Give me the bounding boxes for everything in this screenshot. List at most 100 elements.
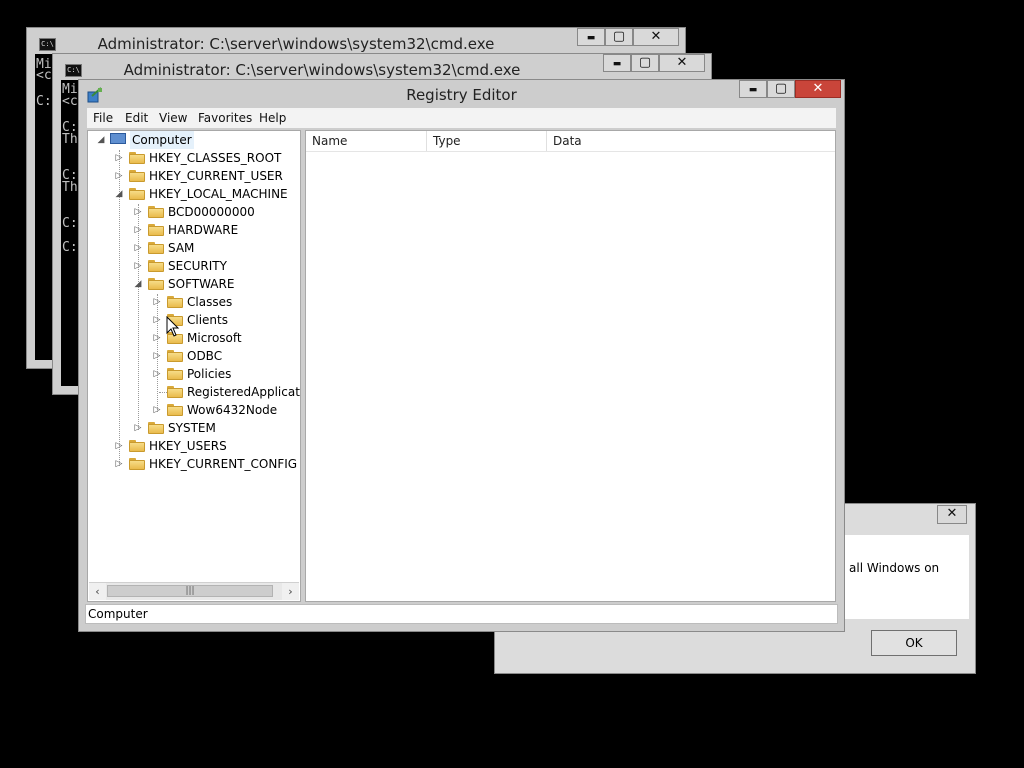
folder-icon — [148, 206, 164, 218]
folder-icon — [129, 188, 145, 200]
collapsed-arrow-icon[interactable]: ▷ — [133, 221, 143, 239]
regedit-titlebar[interactable]: Registry Editor ▬ ▢ ✕ — [79, 80, 844, 106]
tree-label: Policies — [187, 367, 232, 381]
expanded-arrow-icon[interactable]: ◢ — [133, 275, 143, 293]
tree-horizontal-scrollbar[interactable]: ‹ ||| › — [89, 582, 299, 600]
menu-edit[interactable]: Edit — [125, 111, 148, 125]
folder-icon — [167, 404, 183, 416]
cmd1-titlebar[interactable]: C:\ Administrator: C:\server\windows\sys… — [27, 28, 685, 54]
cmd2-title: Administrator: C:\server\windows\system3… — [123, 61, 521, 79]
registry-editor-window[interactable]: Registry Editor ▬ ▢ ✕ File Edit View Fav… — [78, 79, 845, 632]
folder-icon — [148, 224, 164, 236]
mouse-cursor-icon — [166, 316, 180, 337]
tree-label: SAM — [168, 241, 195, 255]
expanded-arrow-icon[interactable]: ◢ — [96, 131, 106, 149]
cmd1-line-2: <c — [36, 68, 52, 83]
folder-icon — [167, 350, 183, 362]
collapsed-arrow-icon[interactable]: ▷ — [114, 455, 124, 473]
folder-icon — [167, 386, 183, 398]
tree-label: Computer — [130, 131, 194, 149]
tree-label: RegisteredApplications — [187, 385, 300, 399]
cmd2-titlebar[interactable]: C:\ Administrator: C:\server\windows\sys… — [53, 54, 711, 80]
collapsed-arrow-icon[interactable]: ▷ — [133, 239, 143, 257]
collapsed-arrow-icon[interactable]: ▷ — [114, 437, 124, 455]
maximize-button[interactable]: ▢ — [605, 28, 633, 46]
computer-icon — [110, 133, 126, 144]
scroll-right-button[interactable]: › — [282, 583, 299, 600]
scroll-left-button[interactable]: ‹ — [89, 583, 106, 600]
values-list[interactable]: Name Type Data — [305, 130, 836, 602]
minimize-button[interactable]: ▬ — [739, 80, 767, 98]
tree-label: HKEY_USERS — [149, 439, 227, 453]
tree-label: SECURITY — [168, 259, 227, 273]
status-bar: Computer — [85, 604, 838, 624]
folder-icon — [148, 422, 164, 434]
cmd2-line-2: <c — [62, 94, 78, 109]
collapsed-arrow-icon[interactable]: ▷ — [152, 329, 162, 347]
column-header-data[interactable]: Data — [547, 131, 835, 151]
collapsed-arrow-icon[interactable]: ▷ — [133, 257, 143, 275]
close-icon: ✕ — [812, 81, 824, 96]
minimize-button[interactable]: ▬ — [577, 28, 605, 46]
menu-help[interactable]: Help — [259, 111, 286, 125]
column-header-name[interactable]: Name — [306, 131, 427, 151]
close-icon: ✕ — [676, 55, 688, 70]
column-header-type[interactable]: Type — [427, 131, 547, 151]
close-button[interactable]: ✕ — [633, 28, 679, 46]
minimize-icon: ▬ — [612, 59, 622, 69]
folder-icon — [148, 278, 164, 290]
cmd2-line-8: Th — [62, 180, 78, 195]
tree-label: HKEY_CURRENT_USER — [149, 169, 283, 183]
maximize-button[interactable]: ▢ — [631, 54, 659, 72]
tree-label: HKEY_LOCAL_MACHINE — [149, 187, 288, 201]
dialog-message: all Windows on — [849, 561, 940, 575]
collapsed-arrow-icon[interactable]: ▷ — [152, 311, 162, 329]
tree-label: ODBC — [187, 349, 223, 363]
ok-button[interactable]: OK — [871, 630, 957, 656]
menu-file[interactable]: File — [93, 111, 113, 125]
maximize-icon: ▢ — [638, 55, 652, 70]
collapsed-arrow-icon[interactable]: ▷ — [152, 347, 162, 365]
maximize-icon: ▢ — [612, 29, 626, 44]
menu-favorites[interactable]: Favorites — [198, 111, 252, 125]
maximize-button[interactable]: ▢ — [767, 80, 795, 98]
tree-label: BCD00000000 — [168, 205, 255, 219]
minimize-icon: ▬ — [748, 85, 758, 95]
close-icon: ✕ — [650, 29, 662, 44]
folder-icon — [129, 440, 145, 452]
cmd1-title: Administrator: C:\server\windows\system3… — [97, 35, 495, 53]
tree-label: Wow6432Node — [187, 403, 278, 417]
scroll-thumb[interactable]: ||| — [107, 585, 273, 597]
collapsed-arrow-icon[interactable]: ▷ — [114, 149, 124, 167]
close-button[interactable]: ✕ — [795, 80, 841, 98]
folder-icon — [129, 152, 145, 164]
dialog-close-button[interactable]: ✕ — [937, 505, 967, 524]
tree-label: Clients — [187, 313, 228, 327]
cmd1-line-4: C: — [36, 94, 52, 109]
collapsed-arrow-icon[interactable]: ▷ — [152, 365, 162, 383]
menu-bar: File Edit View Favorites Help — [87, 108, 836, 128]
folder-icon — [167, 296, 183, 308]
collapsed-arrow-icon[interactable]: ▷ — [133, 419, 143, 437]
collapsed-arrow-icon[interactable]: ▷ — [152, 293, 162, 311]
cmd2-line-12: C: — [62, 240, 78, 255]
folder-icon — [129, 170, 145, 182]
menu-view[interactable]: View — [159, 111, 187, 125]
folder-icon — [148, 242, 164, 254]
cmd2-line-5: Th — [62, 132, 78, 147]
collapsed-arrow-icon[interactable]: ▷ — [152, 401, 162, 419]
tree-label: HARDWARE — [168, 223, 239, 237]
minimize-icon: ▬ — [586, 33, 596, 43]
folder-icon — [167, 368, 183, 380]
close-button[interactable]: ✕ — [659, 54, 705, 72]
minimize-button[interactable]: ▬ — [603, 54, 631, 72]
folder-icon — [148, 260, 164, 272]
collapsed-arrow-icon[interactable]: ▷ — [114, 167, 124, 185]
collapsed-arrow-icon[interactable]: ▷ — [133, 203, 143, 221]
maximize-icon: ▢ — [774, 81, 788, 96]
expanded-arrow-icon[interactable]: ◢ — [114, 185, 124, 203]
tree-label: Microsoft — [187, 331, 242, 345]
tree-label: HKEY_CURRENT_CONFIG — [149, 457, 298, 471]
tree-label: SOFTWARE — [168, 277, 235, 291]
registry-tree[interactable]: ◢ Computer ▷ HKEY_CLASSES_ROOT ▷ HKEY_CU… — [87, 130, 301, 602]
